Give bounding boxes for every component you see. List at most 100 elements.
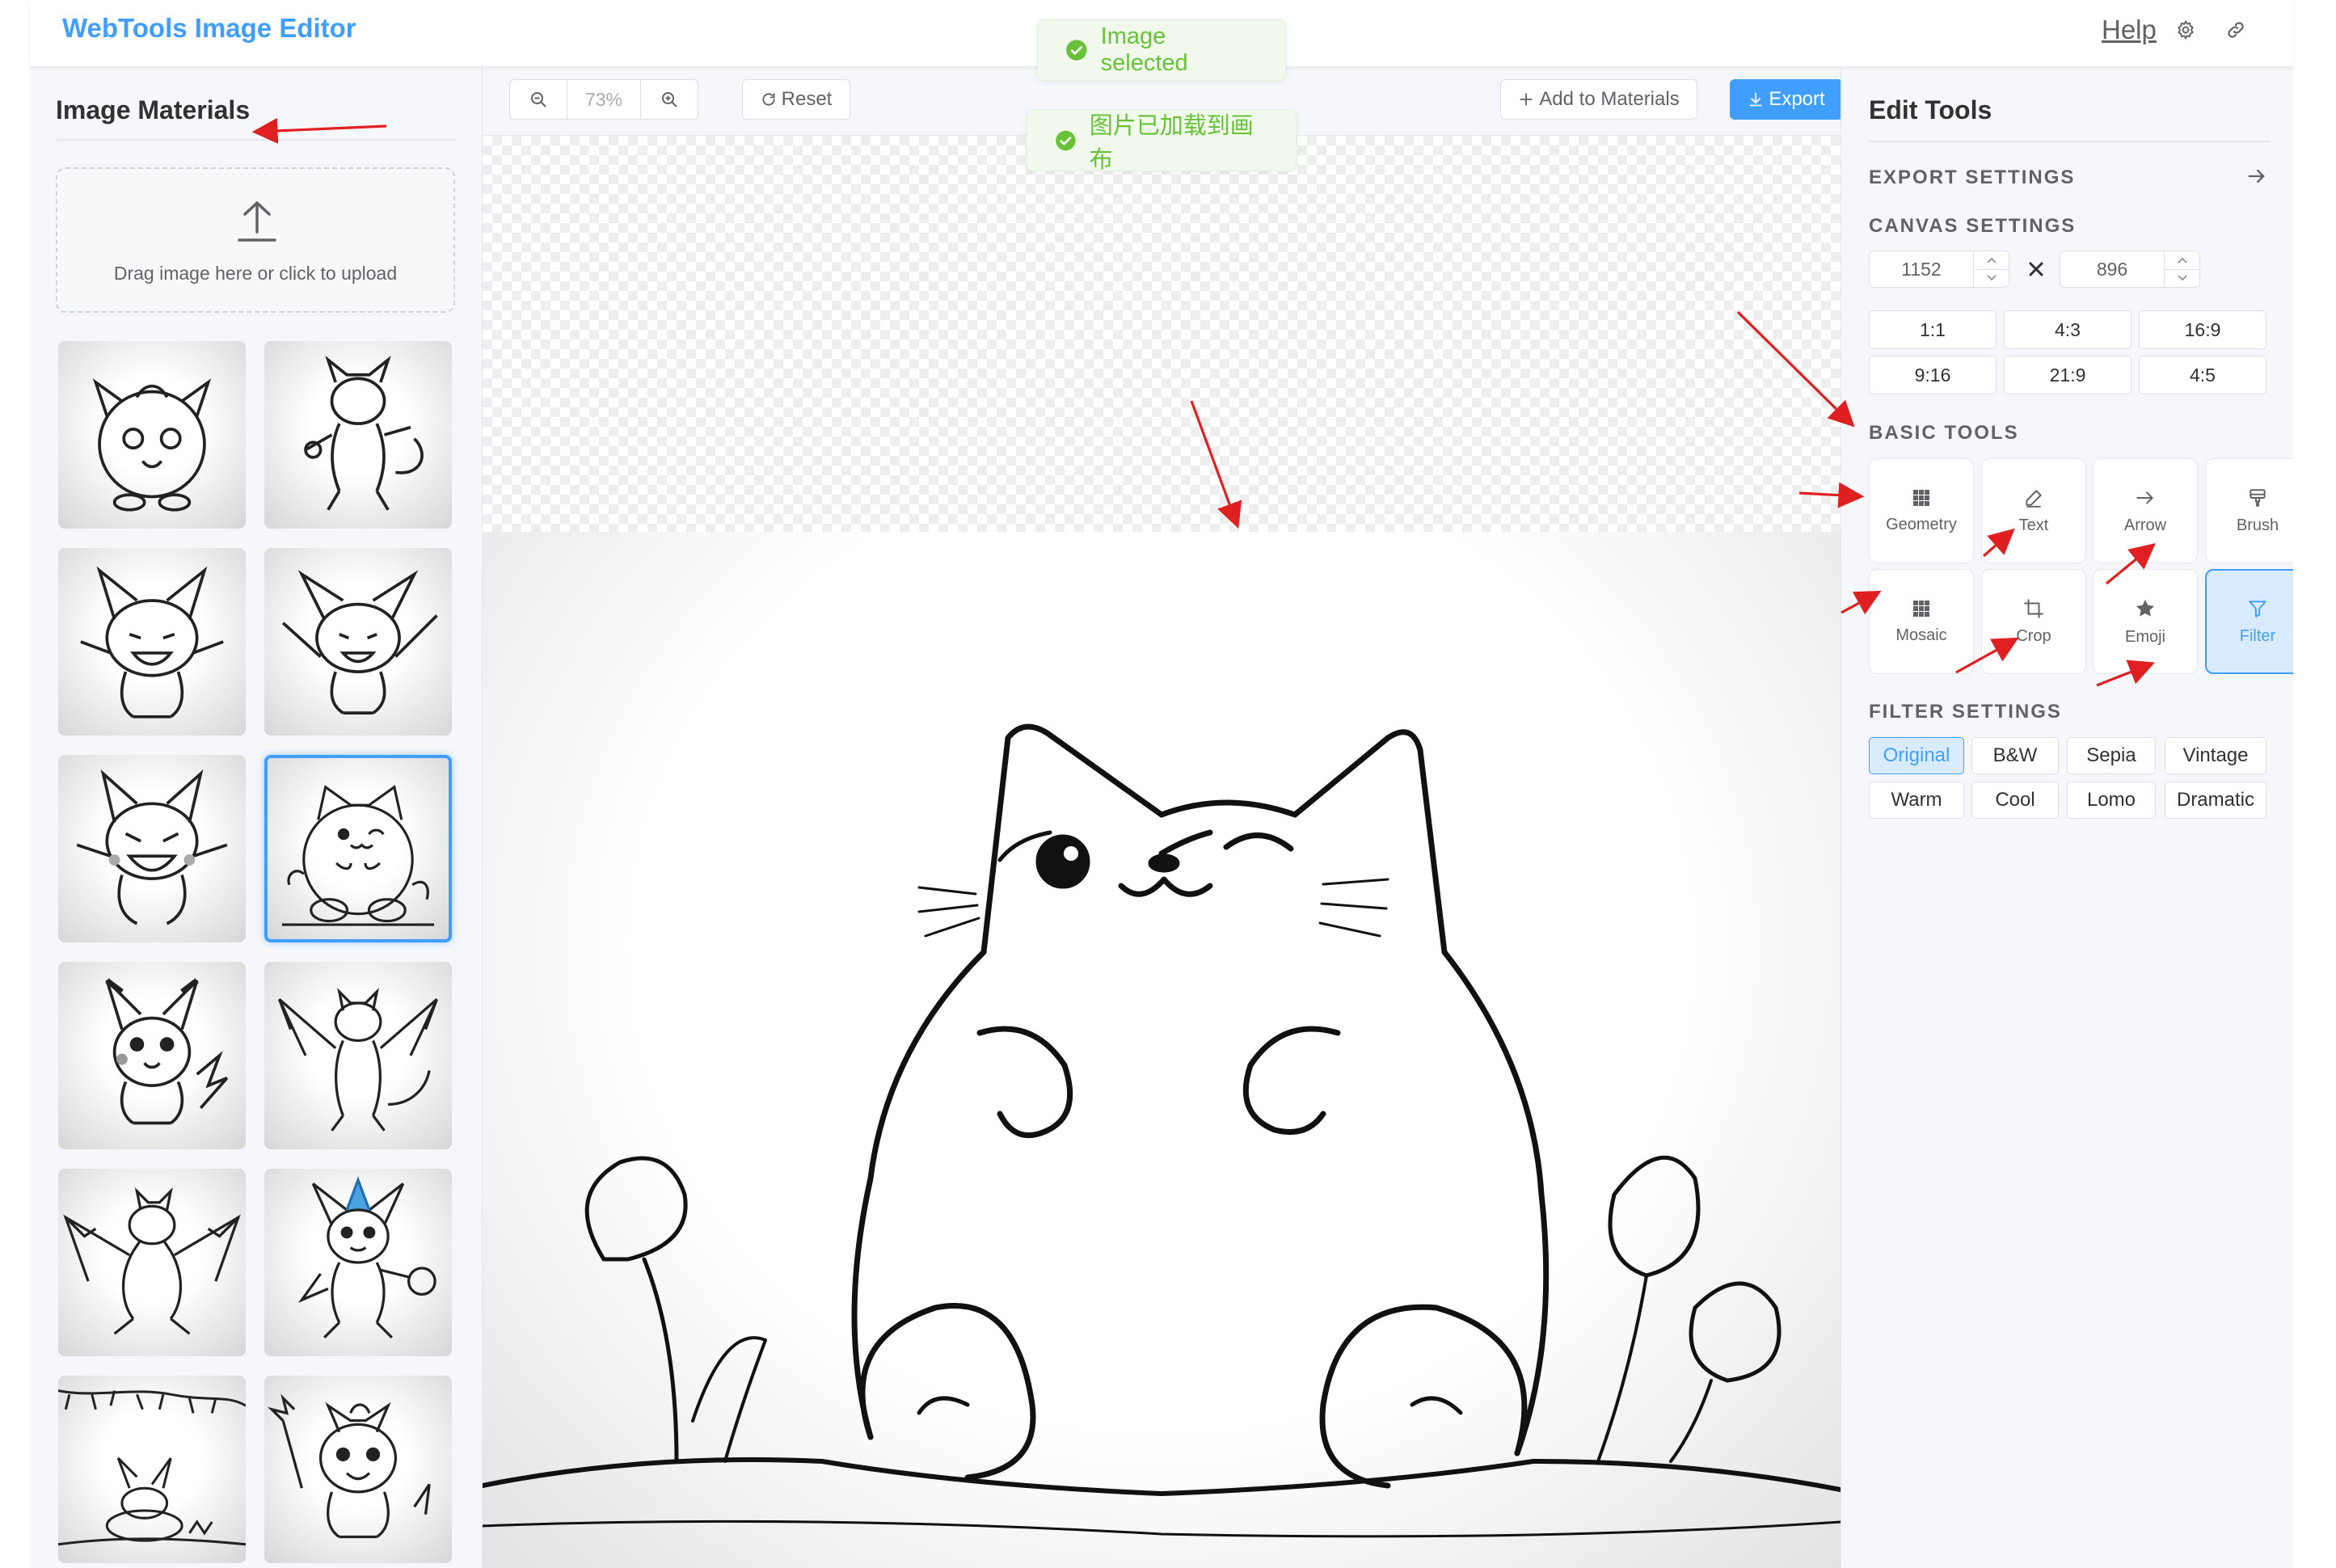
canvas-width-input[interactable]: 1152 — [1869, 251, 2009, 288]
material-thumb[interactable] — [264, 548, 452, 736]
filter-cool-button[interactable]: Cool — [1971, 782, 2059, 819]
multiply-icon — [2029, 262, 2043, 276]
divider — [1869, 141, 2271, 142]
export-label: Export — [1769, 88, 1825, 110]
height-increase-button[interactable] — [2165, 251, 2199, 269]
filter-lomo-button[interactable]: Lomo — [2067, 782, 2156, 819]
gear-icon[interactable] — [2172, 16, 2199, 44]
width-decrease-button[interactable] — [1974, 268, 2009, 288]
material-thumb[interactable] — [264, 341, 452, 529]
export-button[interactable]: Export — [1730, 79, 1843, 120]
materials-panel: Image Materials Drag image here or click… — [30, 66, 483, 1568]
ratio-1-1-button[interactable]: 1:1 — [1869, 310, 1997, 349]
material-thumb[interactable] — [264, 962, 452, 1149]
text-tool-button[interactable]: Text — [1981, 458, 2086, 563]
tool-label: Geometry — [1886, 515, 1957, 533]
tool-label: Brush — [2236, 516, 2279, 534]
material-thumb[interactable] — [264, 1376, 452, 1563]
filter-settings-header: FILTER SETTINGS — [1869, 701, 2062, 723]
filter-dramatic-button[interactable]: Dramatic — [2165, 782, 2266, 819]
reset-button[interactable]: Reset — [742, 79, 850, 120]
material-thumb[interactable] — [58, 962, 246, 1149]
height-stepper — [2164, 251, 2199, 287]
pencil-icon — [2026, 489, 2042, 508]
crop-tool-button[interactable]: Crop — [1981, 569, 2086, 674]
check-circle-icon — [1066, 40, 1087, 61]
canvas-stage[interactable] — [483, 136, 1841, 1568]
ratio-4-3-button[interactable]: 4:3 — [2004, 310, 2131, 349]
canvas-height-value[interactable]: 896 — [2060, 251, 2164, 287]
canvas-width-value[interactable]: 1152 — [1870, 251, 1973, 287]
app-brand[interactable]: WebTools Image Editor — [62, 13, 356, 44]
tool-label: Crop — [2016, 626, 2051, 645]
check-circle-icon — [1056, 130, 1076, 151]
chevron-down-icon — [1986, 275, 1997, 281]
ratio-9-16-button[interactable]: 9:16 — [1869, 356, 1997, 394]
zoom-out-button[interactable] — [510, 80, 567, 119]
mosaic-icon — [1913, 600, 1929, 617]
canvas-settings-header: CANVAS SETTINGS — [1869, 215, 2077, 237]
canvas-height-input[interactable]: 896 — [2060, 251, 2200, 288]
canvas-image[interactable] — [483, 532, 1841, 1568]
filter-original-button[interactable]: Original — [1869, 737, 1964, 774]
app-window: WebTools Image Editor Help Image Materia… — [30, 0, 2293, 1568]
zoom-in-icon — [662, 92, 677, 107]
filter-warm-button[interactable]: Warm — [1869, 782, 1964, 819]
link-icon[interactable] — [2222, 16, 2250, 44]
star-icon — [2136, 599, 2155, 617]
refresh-icon — [762, 93, 775, 106]
toast-image-selected: Image selected — [1037, 19, 1286, 81]
grid-icon — [1913, 489, 1929, 506]
filter-tool-button[interactable]: Filter — [2205, 569, 2293, 674]
divider — [56, 139, 456, 141]
material-thumb[interactable] — [264, 1169, 452, 1356]
zoom-out-icon — [531, 92, 546, 107]
tool-label: Mosaic — [1895, 626, 1947, 644]
material-thumb[interactable] — [58, 755, 246, 942]
filter-sepia-button[interactable]: Sepia — [2067, 737, 2156, 774]
material-thumb[interactable] — [58, 1169, 246, 1356]
filter-bw-button[interactable]: B&W — [1971, 737, 2059, 774]
add-to-materials-button[interactable]: Add to Materials — [1500, 79, 1697, 120]
filter-vintage-button[interactable]: Vintage — [2165, 737, 2266, 774]
width-stepper — [1973, 251, 2009, 287]
material-thumb[interactable] — [58, 548, 246, 736]
materials-title: Image Materials — [56, 95, 251, 124]
geometry-tool-button[interactable]: Geometry — [1869, 458, 1974, 563]
height-decrease-button[interactable] — [2165, 268, 2199, 288]
plus-icon — [1520, 93, 1533, 106]
export-settings-header[interactable]: EXPORT SETTINGS — [1869, 166, 2075, 189]
material-thumb[interactable] — [58, 1376, 246, 1563]
emoji-tool-button[interactable]: Emoji — [2093, 569, 2198, 674]
arrow-right-icon — [2136, 491, 2154, 504]
add-to-materials-label: Add to Materials — [1539, 88, 1680, 110]
material-thumb[interactable] — [58, 341, 246, 529]
chevron-down-icon — [2177, 275, 2187, 281]
brush-icon — [2250, 488, 2266, 507]
basic-tools-header: BASIC TOOLS — [1869, 422, 2019, 444]
chevron-up-icon — [1986, 257, 1997, 263]
editor-area: 73% Reset Add to Materials Export — [483, 66, 1843, 1568]
ratio-21-9-button[interactable]: 21:9 — [2004, 356, 2131, 394]
zoom-controls: 73% — [509, 79, 698, 120]
mosaic-tool-button[interactable]: Mosaic — [1869, 569, 1974, 674]
arrow-tool-button[interactable]: Arrow — [2093, 458, 2198, 563]
upload-hint: Drag image here or click to upload — [113, 263, 398, 284]
help-link[interactable]: Help — [2102, 15, 2157, 45]
arrow-right-icon[interactable] — [2245, 165, 2268, 188]
download-icon — [1749, 92, 1762, 107]
chevron-up-icon — [2177, 257, 2187, 263]
filter-icon — [2249, 600, 2266, 618]
tool-label: Text — [2018, 516, 2049, 534]
tool-label: Emoji — [2124, 627, 2165, 646]
brush-tool-button[interactable]: Brush — [2205, 458, 2293, 563]
ratio-16-9-button[interactable]: 16:9 — [2139, 310, 2266, 349]
zoom-in-button[interactable] — [641, 80, 698, 119]
width-increase-button[interactable] — [1974, 251, 2009, 269]
ratio-4-5-button[interactable]: 4:5 — [2139, 356, 2266, 394]
tool-label: Arrow — [2123, 516, 2167, 534]
upload-dropzone[interactable]: Drag image here or click to upload — [56, 167, 455, 313]
material-thumb-selected[interactable] — [264, 755, 452, 942]
zoom-level: 73% — [567, 80, 641, 119]
crop-icon — [2024, 598, 2043, 618]
